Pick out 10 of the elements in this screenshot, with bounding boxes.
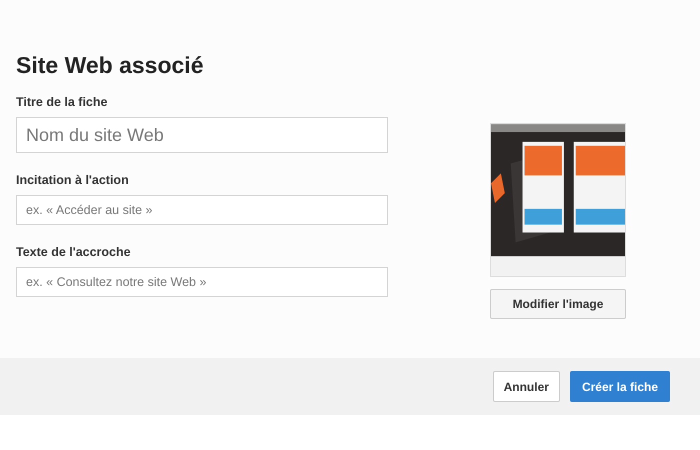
field-label: Titre de la fiche [16,95,108,109]
create-button[interactable]: Créer la fiche [570,371,670,402]
dialog-title: Site Web associé [16,52,204,79]
field-label: Texte de l'accroche [16,245,132,259]
field-label: Incitation à l'action [16,173,130,187]
cancel-button[interactable]: Annuler [492,371,560,402]
text-field[interactable]: Nom du site Web [16,117,388,153]
text-field[interactable]: ex. « Accéder au site » [16,195,388,225]
text-field[interactable]: ex. « Consultez notre site Web » [16,267,388,297]
change-image-button[interactable]: Modifier l'image [490,289,626,319]
